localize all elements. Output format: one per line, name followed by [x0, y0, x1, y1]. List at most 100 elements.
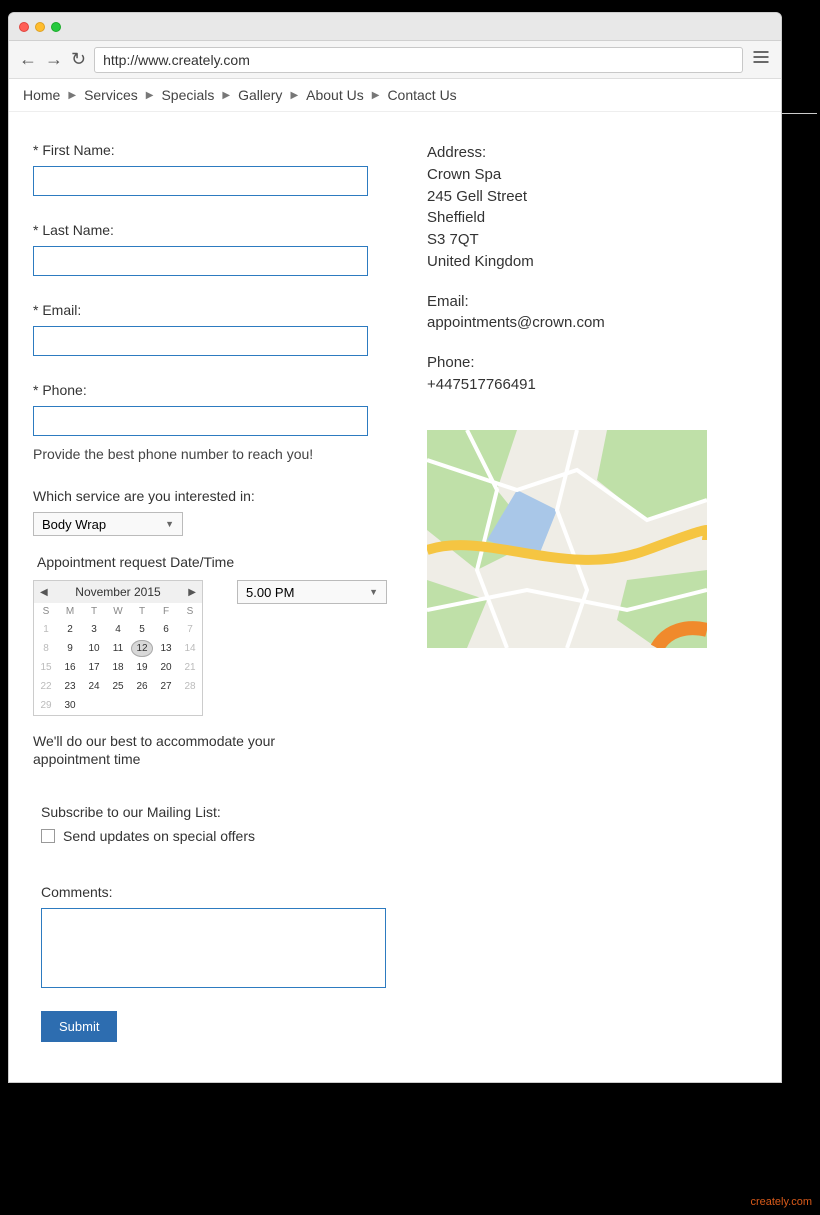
chevron-right-icon: ▶ [222, 90, 230, 101]
address-label: Address: [427, 142, 757, 164]
time-select-value: 5.00 PM [246, 585, 294, 600]
email-label: * Email: [33, 302, 387, 318]
calendar-day[interactable]: 28 [178, 677, 202, 696]
appointment-label: Appointment request Date/Time [37, 554, 387, 570]
calendar-day [130, 696, 154, 715]
calendar-day[interactable]: 3 [82, 620, 106, 639]
calendar-day[interactable]: 4 [106, 620, 130, 639]
appointment-note: We'll do our best to accommodate your ap… [33, 732, 313, 768]
calendar-day[interactable]: 9 [58, 639, 82, 658]
calendar-day[interactable]: 19 [130, 658, 154, 677]
comments-label: Comments: [41, 884, 387, 900]
calendar-day[interactable]: 7 [178, 620, 202, 639]
calendar-day [106, 696, 130, 715]
address-line: 245 Gell Street [427, 186, 757, 208]
first-name-input[interactable] [33, 166, 368, 196]
calendar-dow: T [130, 603, 154, 620]
calendar-day[interactable]: 24 [82, 677, 106, 696]
calendar-day[interactable]: 22 [34, 677, 58, 696]
first-name-label: * First Name: [33, 142, 387, 158]
close-window-icon[interactable] [19, 22, 29, 32]
calendar-day[interactable]: 29 [34, 696, 58, 715]
calendar-dow: S [178, 603, 202, 620]
reload-button[interactable]: ↻ [71, 49, 86, 70]
calendar-dow: T [82, 603, 106, 620]
address-line: Crown Spa [427, 164, 757, 186]
breadcrumb-item[interactable]: Home [23, 87, 60, 103]
calendar-dow: W [106, 603, 130, 620]
calendar-day[interactable]: 1 [34, 620, 58, 639]
calendar-day[interactable]: 17 [82, 658, 106, 677]
address-line: Sheffield [427, 207, 757, 229]
hamburger-menu-icon[interactable] [751, 47, 771, 72]
watermark: creately.com [750, 1196, 812, 1208]
calendar-dow: S [34, 603, 58, 620]
calendar-day[interactable]: 10 [82, 639, 106, 658]
chevron-right-icon: ▶ [146, 90, 154, 101]
calendar-day[interactable]: 20 [154, 658, 178, 677]
phone-input[interactable] [33, 406, 368, 436]
browser-window: ← → ↻ Home ▶ Services ▶ Specials ▶ Gallery ▶ Abo… [8, 12, 782, 1083]
chevron-right-icon: ▶ [290, 90, 298, 101]
contact-email-value: appointments@crown.com [427, 312, 757, 334]
calendar-day[interactable]: 27 [154, 677, 178, 696]
calendar-day[interactable]: 21 [178, 658, 202, 677]
phone-label: * Phone: [33, 382, 387, 398]
breadcrumb-item[interactable]: Gallery [238, 87, 282, 103]
calendar-day[interactable]: 14 [178, 639, 202, 658]
contact-email-label: Email: [427, 291, 757, 313]
comments-textarea[interactable] [41, 908, 386, 988]
calendar-widget[interactable]: ◀ November 2015 ▶ SMTWTFS123456789101112… [33, 580, 203, 716]
calendar-day[interactable]: 11 [106, 639, 130, 658]
calendar-day[interactable]: 25 [106, 677, 130, 696]
calendar-day[interactable]: 18 [106, 658, 130, 677]
last-name-input[interactable] [33, 246, 368, 276]
calendar-day[interactable]: 15 [34, 658, 58, 677]
breadcrumb-item[interactable]: Contact Us [387, 87, 456, 103]
calendar-day[interactable]: 2 [58, 620, 82, 639]
back-button[interactable]: ← [19, 49, 37, 70]
calendar-next-icon[interactable]: ▶ [188, 587, 196, 598]
breadcrumb-item[interactable]: About Us [306, 87, 364, 103]
breadcrumb: Home▶Services▶Specials▶Gallery▶About Us▶… [9, 79, 781, 112]
calendar-day[interactable]: 8 [34, 639, 58, 658]
calendar-dow: M [58, 603, 82, 620]
chevron-down-icon: ▼ [165, 519, 174, 529]
chevron-right-icon: ▶ [372, 90, 380, 101]
address-line: S3 7QT [427, 229, 757, 251]
calendar-dow: F [154, 603, 178, 620]
url-input[interactable] [94, 47, 743, 73]
service-select[interactable]: Body Wrap ▼ [33, 512, 183, 536]
calendar-day[interactable]: 12 [130, 639, 154, 658]
subscribe-checkbox-label: Send updates on special offers [63, 828, 255, 844]
chevron-down-icon: ▼ [369, 587, 378, 597]
calendar-day[interactable]: 6 [154, 620, 178, 639]
minimize-window-icon[interactable] [35, 22, 45, 32]
calendar-day[interactable]: 13 [154, 639, 178, 658]
calendar-prev-icon[interactable]: ◀ [40, 587, 48, 598]
calendar-day[interactable]: 26 [130, 677, 154, 696]
contact-info: Address: Crown Spa245 Gell StreetSheffie… [427, 142, 757, 396]
breadcrumb-item[interactable]: Services [84, 87, 138, 103]
last-name-label: * Last Name: [33, 222, 387, 238]
contact-phone-label: Phone: [427, 352, 757, 374]
email-input[interactable] [33, 326, 368, 356]
calendar-day[interactable]: 23 [58, 677, 82, 696]
breadcrumb-item[interactable]: Specials [161, 87, 214, 103]
forward-button[interactable]: → [45, 49, 63, 70]
calendar-day[interactable]: 5 [130, 620, 154, 639]
time-select[interactable]: 5.00 PM ▼ [237, 580, 387, 604]
maximize-window-icon[interactable] [51, 22, 61, 32]
contact-phone-value: +447517766491 [427, 374, 757, 396]
calendar-day [178, 696, 202, 715]
subscribe-checkbox[interactable] [41, 829, 55, 843]
map-image [427, 430, 707, 648]
calendar-day[interactable]: 30 [58, 696, 82, 715]
service-select-value: Body Wrap [42, 517, 106, 532]
phone-hint: Provide the best phone number to reach y… [33, 446, 387, 462]
service-label: Which service are you interested in: [33, 488, 387, 504]
submit-button[interactable]: Submit [41, 1011, 117, 1042]
divider [781, 113, 817, 114]
window-titlebar [9, 13, 781, 41]
calendar-day[interactable]: 16 [58, 658, 82, 677]
